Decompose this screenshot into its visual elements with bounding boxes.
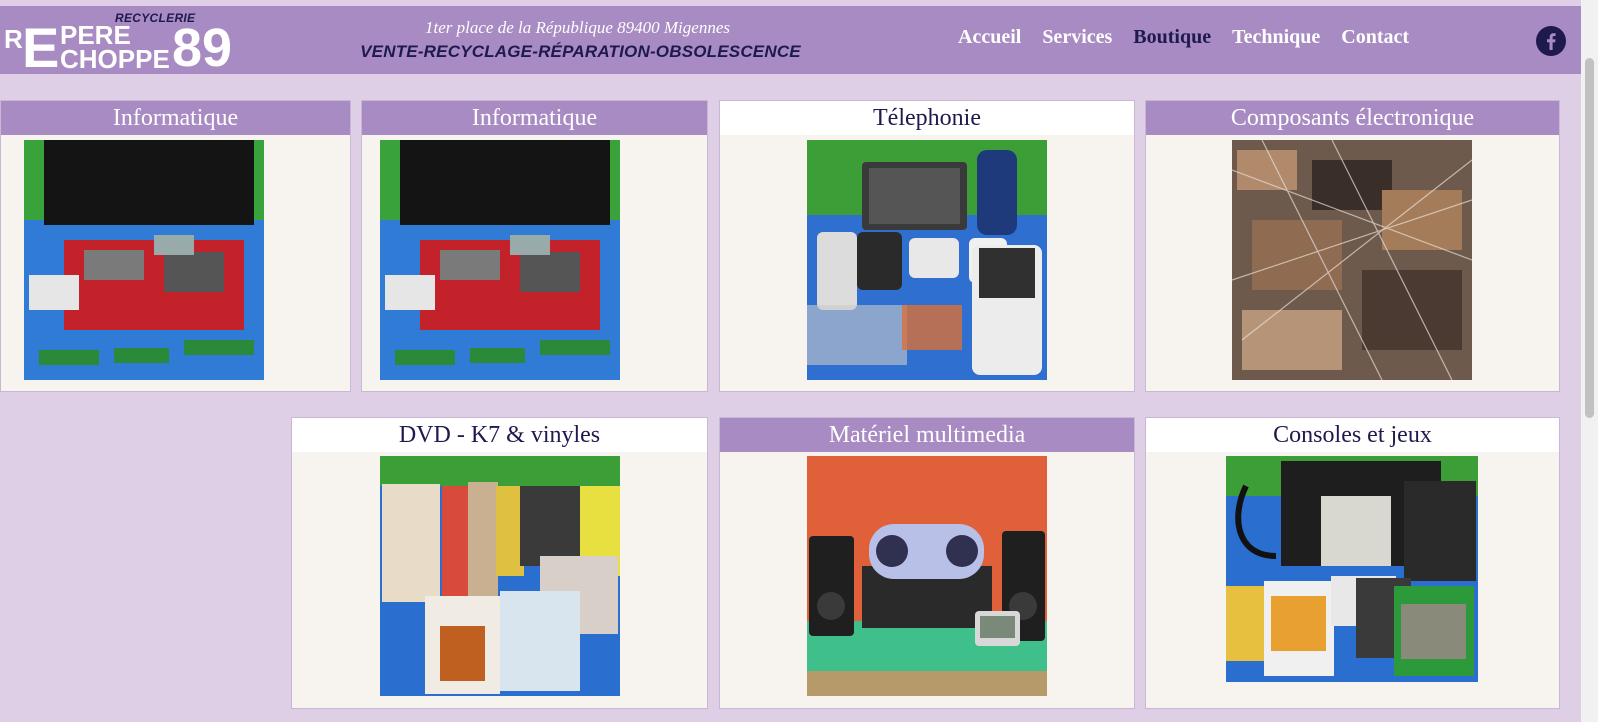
category-card-consoles[interactable]: Consoles et jeux: [1145, 417, 1560, 709]
consoles-photo[interactable]: [1226, 456, 1478, 682]
category-card-multimedia[interactable]: Matériel multimedia: [719, 417, 1135, 709]
site-logo[interactable]: RECYCLERIE R E PERE CHOPPE 89: [0, 6, 260, 79]
computer-parts-photo[interactable]: [24, 140, 264, 380]
address-text: 1ter place de la République 89400 Migenn…: [425, 18, 730, 37]
nav-contact[interactable]: Contact: [1341, 26, 1409, 49]
logo-r: R: [4, 24, 23, 54]
card-title: Matériel multimedia: [720, 418, 1134, 452]
category-card-composants[interactable]: Composants électronique: [1145, 100, 1560, 392]
nav-accueil[interactable]: Accueil: [958, 26, 1021, 49]
card-title: Télephonie: [720, 101, 1134, 135]
card-title: Consoles et jeux: [1146, 418, 1559, 452]
logo-choppe: CHOPPE: [60, 44, 170, 74]
nav-technique[interactable]: Technique: [1232, 26, 1320, 49]
main-nav: Accueil Services Boutique Technique Cont…: [958, 26, 1409, 49]
phones-photo[interactable]: [807, 140, 1047, 380]
card-title: Informatique: [1, 101, 350, 135]
scrollbar-thumb[interactable]: [1585, 58, 1594, 418]
nav-boutique[interactable]: Boutique: [1133, 26, 1211, 49]
card-title: Informatique: [362, 101, 707, 135]
category-card-telephonie[interactable]: Télephonie: [719, 100, 1135, 392]
computer-parts-photo[interactable]: [380, 140, 620, 380]
multimedia-photo[interactable]: [807, 456, 1047, 696]
scrollbar[interactable]: [1581, 0, 1598, 722]
category-card-dvd[interactable]: DVD - K7 & vinyles: [291, 417, 708, 709]
tagline-text: VENTE-RECYCLAGE-RÉPARATION-OBSOLESCENCE: [360, 42, 801, 61]
electronic-components-photo[interactable]: [1232, 140, 1472, 380]
category-card-informatique-2[interactable]: Informatique: [361, 100, 708, 392]
page: RECYCLERIE R E PERE CHOPPE 89 1ter place…: [0, 0, 1598, 722]
nav-services[interactable]: Services: [1042, 26, 1112, 49]
facebook-icon[interactable]: [1536, 26, 1566, 56]
dvd-photo[interactable]: [380, 456, 620, 696]
card-title: DVD - K7 & vinyles: [292, 418, 707, 452]
card-title: Composants électronique: [1146, 101, 1559, 135]
category-card-informatique-1[interactable]: Informatique: [0, 100, 351, 392]
site-header: RECYCLERIE R E PERE CHOPPE 89 1ter place…: [0, 6, 1581, 79]
logo-e: E: [22, 16, 60, 79]
logo-number: 89: [172, 18, 233, 78]
